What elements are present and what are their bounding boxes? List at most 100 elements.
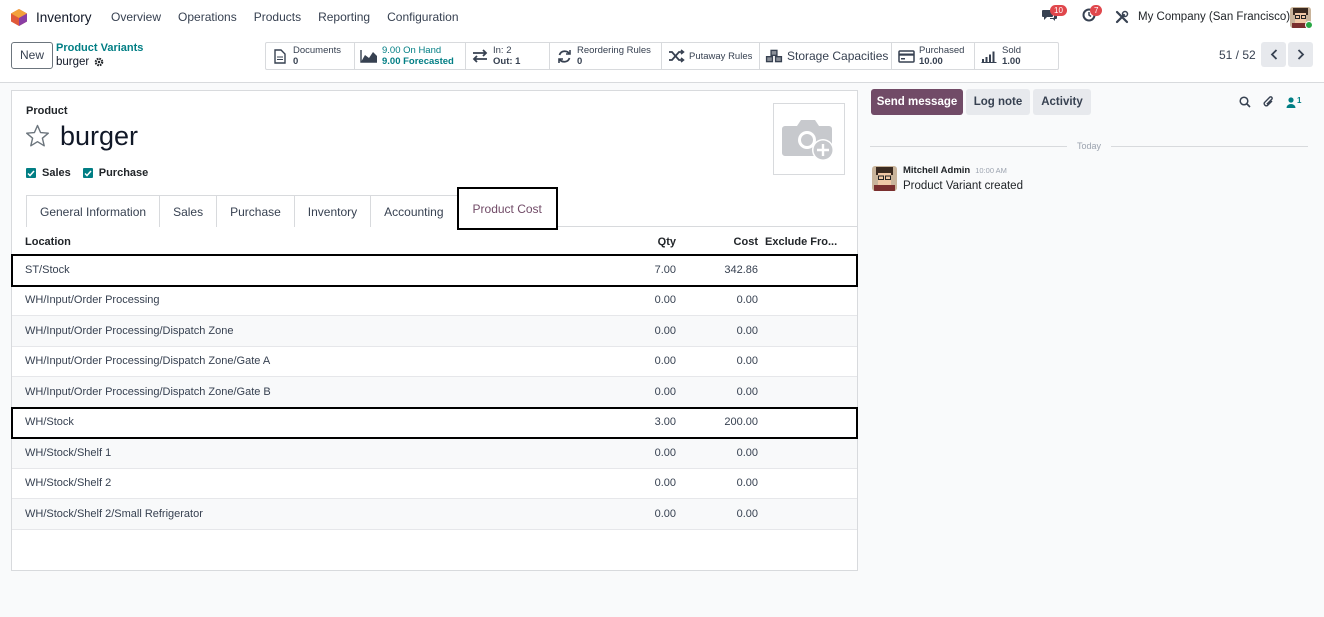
top-navbar: Inventory Overview Operations Products R… — [0, 0, 1324, 35]
column-qty[interactable]: Qty — [658, 236, 676, 248]
tab-purchase[interactable]: Purchase — [216, 195, 295, 227]
column-exclude-from[interactable]: Exclude Fro... — [765, 236, 837, 248]
purchase-checkbox-label: Purchase — [98, 167, 149, 179]
on-hand-button[interactable]: 9.00 On Hand 9.00 Forecasted — [355, 43, 466, 69]
menu-operations[interactable]: Operations — [178, 10, 237, 24]
reordering-rules-button[interactable]: Reordering Rules 0 — [550, 43, 662, 69]
column-cost[interactable]: Cost — [734, 236, 758, 248]
cost-cell: 0.00 — [736, 324, 758, 337]
message-author[interactable]: Mitchell Admin — [903, 165, 970, 176]
product-cost-table: Location Qty Cost Exclude Fro... ST/Stoc… — [11, 229, 858, 530]
refresh-icon — [555, 48, 573, 64]
product-image-placeholder[interactable] — [773, 103, 845, 175]
date-separator: Today — [870, 141, 1308, 151]
table-row[interactable]: WH/Stock/Shelf 1 0.00 0.00 — [12, 438, 857, 469]
breadcrumb-product-variants[interactable]: Product Variants — [56, 42, 143, 54]
chatter-panel: Send message Log note Activity 1 Today M… — [870, 84, 1324, 617]
can-be-purchased-checkbox[interactable]: Purchase — [82, 167, 149, 179]
cost-cell: 0.00 — [736, 385, 758, 398]
documents-button[interactable]: Documents 0 — [266, 43, 355, 69]
pager-value[interactable]: 51 / 52 — [1219, 48, 1256, 62]
location-cell: ST/Stock — [25, 263, 70, 276]
qty-cell: 0.00 — [654, 355, 676, 368]
messages-systray[interactable]: 10 — [1042, 5, 1067, 25]
inventory-app-icon[interactable] — [11, 9, 27, 26]
incoming-count: In: 2 — [493, 45, 512, 56]
notebook-tabs: General Information Sales Purchase Inven… — [26, 187, 858, 230]
activity-badge: 7 — [1090, 5, 1103, 16]
qty-cell: 0.00 — [654, 446, 676, 459]
tab-inventory[interactable]: Inventory — [293, 195, 372, 227]
in-out-button[interactable]: In: 2 Out: 1 — [466, 43, 550, 69]
table-row[interactable]: WH/Input/Order Processing/Dispatch Zone/… — [12, 347, 857, 377]
credit-card-icon — [897, 48, 915, 64]
table-row[interactable]: WH/Stock 3.00 200.00 — [11, 406, 858, 439]
gear-icon[interactable] — [94, 57, 104, 67]
table-row[interactable]: ST/Stock 7.00 342.86 — [11, 254, 858, 287]
product-flags: Sales Purchase — [26, 167, 148, 179]
activity-systray[interactable]: 7 — [1082, 5, 1103, 25]
smart-buttons-bar: Documents 0 9.00 On Hand 9.00 Forecasted… — [265, 42, 1059, 70]
tab-accounting[interactable]: Accounting — [370, 195, 458, 227]
qty-cell: 0.00 — [654, 324, 676, 337]
online-status-dot — [1305, 21, 1313, 29]
author-avatar[interactable] — [872, 166, 897, 191]
exchange-icon — [471, 48, 489, 64]
menu-products[interactable]: Products — [254, 10, 301, 24]
reordering-rules-count: 0 — [577, 56, 583, 67]
company-switcher[interactable]: My Company (San Francisco) — [1138, 11, 1290, 23]
qty-cell: 0.00 — [654, 477, 676, 490]
location-cell: WH/Stock/Shelf 2/Small Refrigerator — [25, 507, 203, 520]
cost-cell: 0.00 — [736, 355, 758, 368]
menu-configuration[interactable]: Configuration — [387, 10, 458, 24]
cost-cell: 342.86 — [724, 263, 758, 276]
chatter-tools: 1 — [1239, 95, 1301, 109]
purchased-qty: 10.00 — [919, 56, 943, 67]
table-row[interactable]: WH/Stock/Shelf 2 0.00 0.00 — [12, 469, 857, 499]
column-location[interactable]: Location — [25, 236, 71, 248]
product-name[interactable]: burger — [60, 121, 138, 152]
chevron-left-icon — [1270, 49, 1277, 60]
purchased-button[interactable]: Purchased 10.00 — [892, 43, 975, 69]
main-menu: Overview Operations Products Reporting C… — [111, 10, 476, 24]
location-cell: WH/Stock/Shelf 1 — [25, 446, 112, 459]
table-row[interactable]: WH/Input/Order Processing/Dispatch Zone/… — [12, 377, 857, 408]
document-icon — [271, 48, 289, 64]
activity-button[interactable]: Activity — [1033, 89, 1091, 115]
location-cell: WH/Input/Order Processing — [25, 294, 160, 307]
followers-button[interactable]: 1 — [1286, 96, 1301, 108]
putaway-rules-label: Putaway Rules — [689, 50, 753, 62]
app-name[interactable]: Inventory — [36, 10, 92, 25]
log-note-button[interactable]: Log note — [966, 89, 1030, 115]
table-row[interactable]: WH/Input/Order Processing/Dispatch Zone 0… — [12, 316, 857, 347]
favorite-star-icon[interactable] — [25, 124, 50, 148]
menu-overview[interactable]: Overview — [111, 10, 161, 24]
putaway-rules-button[interactable]: Putaway Rules — [662, 43, 760, 69]
user-icon — [1286, 96, 1296, 108]
table-body: ST/Stock 7.00 342.86 WH/Input/Order Process… — [11, 254, 858, 530]
paperclip-icon[interactable] — [1262, 95, 1275, 109]
settings-systray[interactable] — [1115, 10, 1129, 27]
random-icon — [667, 48, 685, 64]
tab-sales[interactable]: Sales — [159, 195, 218, 227]
send-message-button[interactable]: Send message — [871, 89, 963, 115]
reordering-rules-label: Reordering Rules — [577, 45, 651, 56]
table-row[interactable]: WH/Stock/Shelf 2/Small Refrigerator 0.00 0… — [12, 499, 857, 530]
menu-reporting[interactable]: Reporting — [318, 10, 370, 24]
can-be-sold-checkbox[interactable]: Sales — [26, 167, 71, 179]
qty-cell: 7.00 — [654, 263, 676, 276]
message-body: Product Variant created — [903, 180, 1023, 192]
tab-product-cost[interactable]: Product Cost — [456, 187, 558, 230]
signal-icon — [980, 48, 998, 64]
control-panel: New Product Variants burger Documents 0 … — [0, 35, 1324, 83]
new-button[interactable]: New — [11, 42, 53, 69]
outgoing-count: Out: 1 — [493, 56, 521, 67]
checkbox-checked-icon — [26, 168, 36, 178]
storage-capacities-button[interactable]: Storage Capacities — [760, 43, 892, 69]
search-icon[interactable] — [1239, 96, 1251, 108]
pager-next-button[interactable] — [1288, 42, 1313, 67]
tab-general-information[interactable]: General Information — [26, 195, 161, 227]
pager-previous-button[interactable] — [1261, 42, 1286, 67]
table-row[interactable]: WH/Input/Order Processing 0.00 0.00 — [12, 286, 857, 316]
sold-button[interactable]: Sold 1.00 — [975, 43, 1058, 69]
